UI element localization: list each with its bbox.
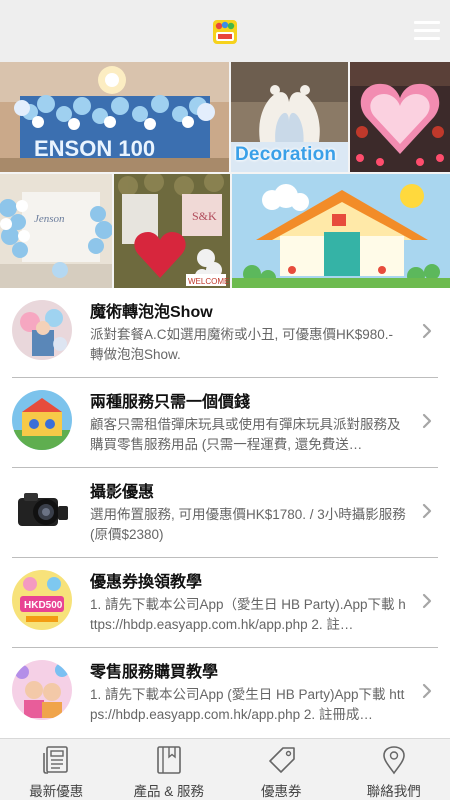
offers-list: 魔術轉泡泡Show 派對套餐A.C如選用魔術或小丑, 可優惠價HK$980.- … bbox=[0, 288, 450, 738]
chevron-right-icon bbox=[422, 503, 432, 519]
chevron-right-icon bbox=[422, 413, 432, 429]
location-pin-icon bbox=[382, 746, 405, 775]
photo-banner: ENSON 100 Decoration Jenson S&K WELCOME bbox=[0, 62, 450, 288]
chevron-right-icon bbox=[422, 323, 432, 339]
tab-label: 產品 & 服務 bbox=[133, 784, 204, 799]
svg-text:ENSON 100: ENSON 100 bbox=[34, 136, 155, 161]
list-item[interactable]: HKD500 優惠券換領教學 1. 請先下載本公司App（愛生日 HB Part… bbox=[0, 558, 450, 648]
tab-products-services[interactable]: 產品 & 服務 bbox=[113, 739, 226, 800]
svg-text:HKD500: HKD500 bbox=[24, 600, 63, 611]
heart-balloon-arch-photo[interactable] bbox=[350, 62, 450, 172]
item-title: 攝影優惠 bbox=[90, 484, 155, 501]
svg-text:S&K: S&K bbox=[192, 209, 217, 223]
svg-text:WELCOME: WELCOME bbox=[188, 277, 229, 286]
hamburger-menu-icon[interactable] bbox=[414, 20, 440, 42]
tab-coupons[interactable]: 優惠券 bbox=[225, 739, 338, 800]
party-kids-thumb bbox=[12, 660, 72, 720]
item-description: 選用佈置服務, 可用優惠價HK$1780. / 3小時攝影服務 (原價$2380… bbox=[90, 507, 406, 542]
tab-label: 最新優惠 bbox=[29, 784, 84, 799]
app-header bbox=[0, 0, 450, 62]
svg-text:Jenson: Jenson bbox=[34, 213, 65, 225]
item-description: 1. 請先下載本公司App (愛生日 HB Party)App下載 https:… bbox=[90, 687, 405, 722]
chevron-right-icon bbox=[422, 593, 432, 609]
baby-celebration-backdrop-photo[interactable]: Jenson bbox=[0, 174, 112, 288]
tab-news[interactable]: 最新優惠 bbox=[0, 739, 113, 800]
blue-balloon-wall-photo[interactable]: ENSON 100 bbox=[0, 62, 229, 172]
item-title: 優惠券換領教學 bbox=[90, 574, 203, 591]
heart-balloon-flower-wall-photo[interactable]: S&K WELCOME bbox=[114, 174, 230, 288]
bottom-tab-bar: 最新優惠 產品 & 服務 優惠券 聯絡我們 bbox=[0, 738, 450, 800]
bouncy-castle-thumb bbox=[12, 390, 72, 450]
list-item[interactable]: 兩種服務只需一個價錢 顧客只需租借彈床玩具或使用有彈床玩具派對服務及購買零售服務… bbox=[0, 378, 450, 468]
decoration-label: Decoration bbox=[235, 144, 337, 165]
tab-label: 優惠券 bbox=[261, 784, 302, 799]
list-item[interactable]: 攝影優惠 選用佈置服務, 可用優惠價HK$1780. / 3小時攝影服務 (原價… bbox=[0, 468, 450, 558]
tag-icon bbox=[269, 747, 295, 773]
item-description: 派對套餐A.C如選用魔術或小丑, 可優惠價HK$980.- 轉做泡泡Show. bbox=[90, 327, 394, 362]
magic-bubble-show-thumb bbox=[12, 300, 72, 360]
item-title: 魔術轉泡泡Show bbox=[90, 304, 213, 321]
list-item[interactable]: 魔術轉泡泡Show 派對套餐A.C如選用魔術或小丑, 可優惠價HK$980.- … bbox=[0, 288, 450, 378]
coupon-hkd500-thumb: HKD500 bbox=[12, 570, 72, 630]
item-description: 1. 請先下載本公司App（愛生日 HB Party).App下載 https:… bbox=[90, 597, 406, 632]
book-icon bbox=[156, 746, 181, 774]
item-title: 兩種服務只需一個價錢 bbox=[90, 394, 251, 411]
chevron-right-icon bbox=[422, 683, 432, 699]
item-description: 顧客只需租借彈床玩具或使用有彈床玩具派對服務及購買零售服務用品 (只需一程運費,… bbox=[90, 417, 401, 452]
camera-thumb bbox=[12, 480, 72, 540]
tab-contact-us[interactable]: 聯絡我們 bbox=[338, 739, 450, 800]
news-icon bbox=[43, 746, 68, 774]
balloon-house-photo[interactable] bbox=[232, 174, 450, 288]
tab-label: 聯絡我們 bbox=[366, 784, 421, 799]
list-item[interactable]: 零售服務購買教學 1. 請先下載本公司App (愛生日 HB Party)App… bbox=[0, 648, 450, 738]
item-title: 零售服務購買教學 bbox=[90, 664, 219, 681]
swan-balloon-decoration-photo[interactable]: Decoration bbox=[231, 62, 348, 172]
app-logo-icon[interactable] bbox=[213, 20, 237, 44]
